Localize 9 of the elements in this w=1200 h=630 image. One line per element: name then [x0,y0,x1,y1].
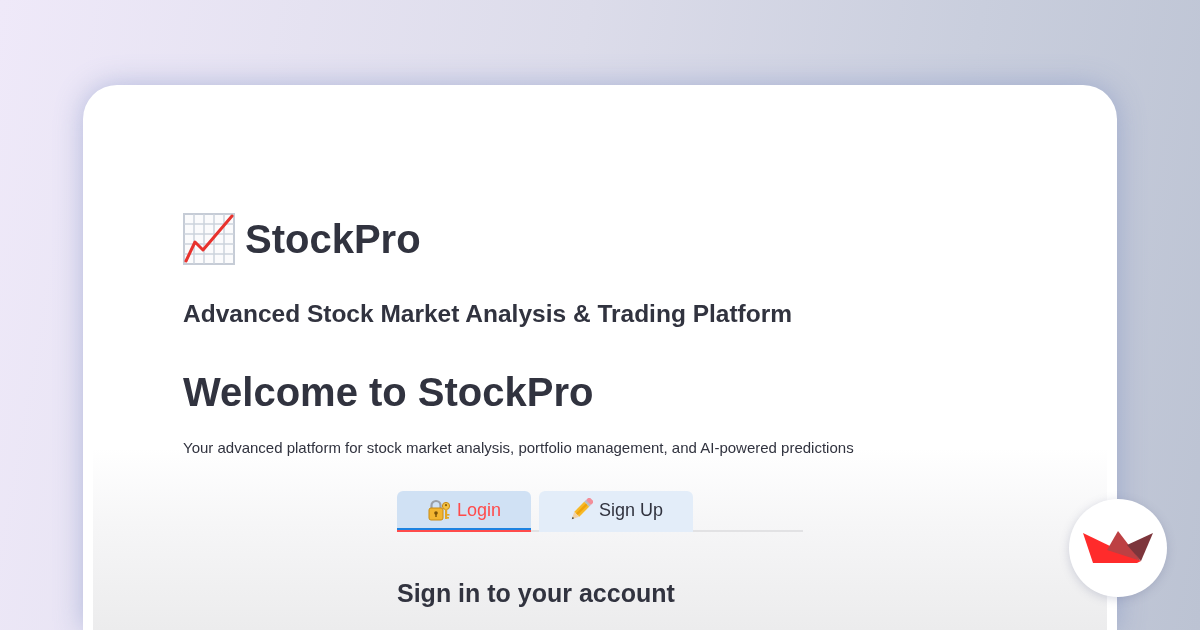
boat-logo-icon[interactable] [1069,499,1167,597]
app-subtitle: Advanced Stock Market Analysis & Trading Platform [183,299,794,329]
tab[interactable]: Sign Up [539,490,694,532]
welcome-text: Your advanced platform for stock market analysis, portfolio management, and AI-powered predictions [183,438,855,458]
app-title: StockPro [245,216,421,263]
welcome-heading: Welcome to StockPro [183,369,595,417]
form-heading: Sign in to your account [397,577,676,608]
lock-key-icon [427,498,451,523]
line-chart-icon [183,213,235,265]
